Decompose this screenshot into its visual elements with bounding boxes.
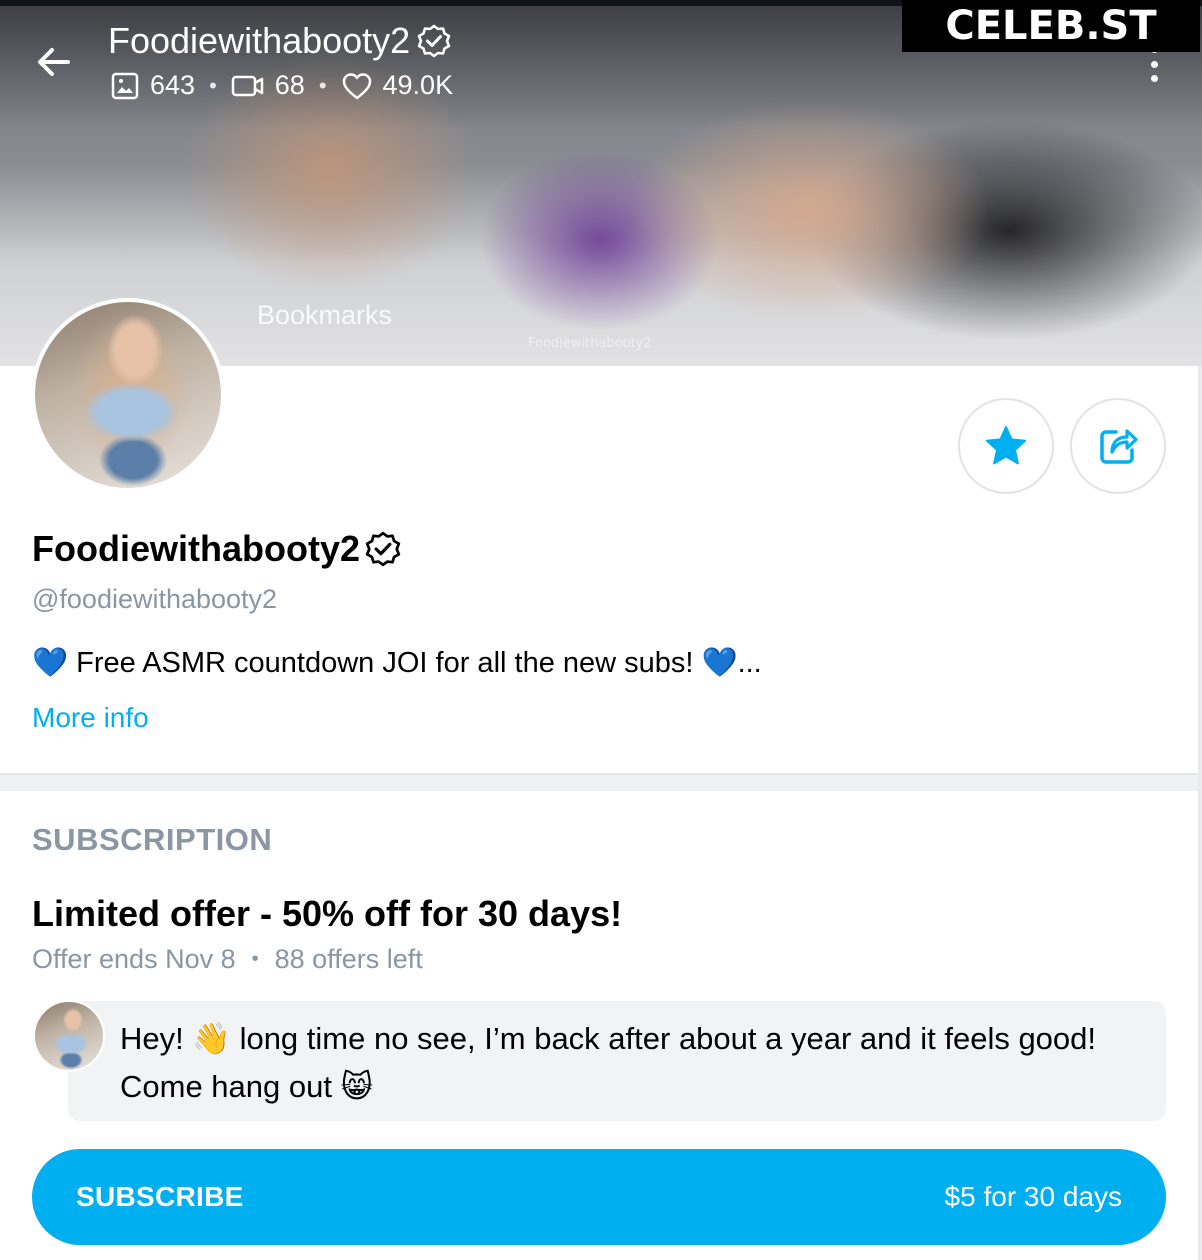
profile-name: Foodiewithabooty2 [32,528,402,570]
offers-left: 88 offers left [274,944,423,974]
heart-icon [342,72,371,99]
arrow-left-icon [38,48,70,76]
bookmarks-label[interactable]: Bookmarks [257,300,392,331]
meta-separator: • [251,948,259,970]
offer-meta: Offer ends Nov 8 • 88 offers left [32,944,423,975]
promo-message: Hey! 👋 long time no see, I’m back after … [68,1001,1166,1121]
more-vertical-dot [1150,60,1158,68]
subscription-heading: SUBSCRIPTION [32,822,273,857]
cover-watermark: Foodiewithabooty2 [528,336,652,351]
star-icon [986,426,1026,465]
likes-count: 49.0K [382,70,454,100]
offer-title: Limited offer - 50% off for 30 days! [32,893,623,934]
right-edge-border [1198,366,1202,1260]
header-title-text: Foodiewithabooty2 [108,20,411,61]
bio-text: Free ASMR countdown JOI for all the new … [76,646,694,679]
videos-count: 68 [274,70,305,100]
video-icon [231,75,264,96]
profile-name-text: Foodiewithabooty2 [32,528,360,569]
subscribe-price: $5 for 30 days [944,1181,1122,1212]
stat-separator: • [209,72,217,98]
subscribe-button[interactable]: SUBSCRIBE $5 for 30 days [32,1149,1166,1245]
header-title: Foodiewithabooty2 [108,20,452,62]
photos-count: 643 [150,70,196,100]
avatar[interactable] [31,298,225,492]
videos-stat: 68 [231,70,305,101]
promo-message-line1: Hey! 👋 long time no see, I’m back after … [120,1021,1097,1056]
share-button[interactable] [1070,398,1166,494]
message-avatar [33,1000,105,1072]
blue-heart-emoji: 💙 [32,647,69,679]
profile-handle: @foodiewithabooty2 [32,584,278,614]
back-button[interactable] [28,36,80,88]
stat-separator: • [318,72,327,98]
bio-ellipsis: ... [737,647,762,679]
share-icon [1100,429,1138,464]
photos-stat: 643 [110,70,195,101]
offer-ends: Offer ends Nov 8 [32,944,236,974]
profile-bio: 💙 Free ASMR countdown JOI for all the ne… [32,646,762,680]
image-icon [111,72,139,99]
bio-suffix-emoji: 💙 [701,647,738,679]
promo-message-line2: Come hang out 😸 [120,1069,373,1104]
section-divider [0,773,1198,791]
likes-stat: 49.0K [341,70,454,101]
header-stats: 643 • 68 • 49.0K [110,70,453,101]
verified-badge-icon [365,531,401,567]
verified-badge-icon [417,24,451,58]
more-info-link[interactable]: More info [32,702,149,734]
blue-heart-emoji: 💙... [701,646,761,680]
favorite-button[interactable] [958,398,1054,494]
more-vertical-dot [1150,75,1158,82]
site-watermark-badge: CELEB.ST [902,0,1200,52]
subscribe-label: SUBSCRIBE [76,1181,244,1212]
